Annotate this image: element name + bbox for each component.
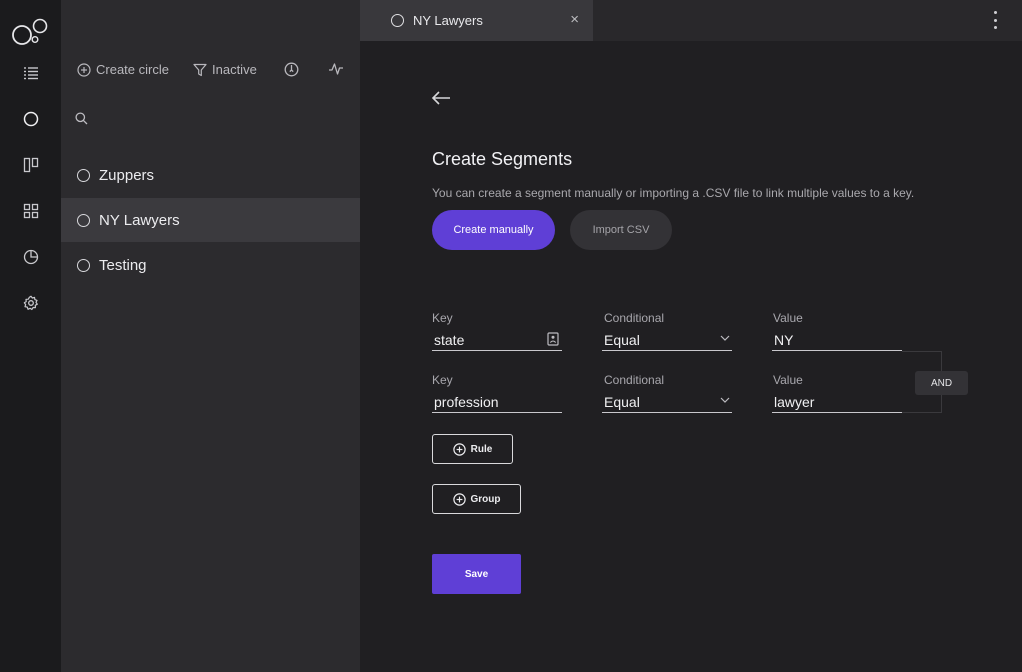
circle-search[interactable] <box>75 108 345 128</box>
circle-icon[interactable] <box>19 107 43 131</box>
list-icon[interactable] <box>19 61 43 85</box>
circle-icon <box>391 14 404 27</box>
circle-item-zuppers[interactable]: Zuppers <box>61 153 360 197</box>
plus-circle-icon <box>452 442 466 456</box>
search-input[interactable] <box>94 110 334 126</box>
timer-icon <box>284 62 299 77</box>
contact-card-icon[interactable] <box>547 332 559 346</box>
inactive-filter-button[interactable]: Inactive <box>193 62 257 77</box>
close-icon[interactable]: × <box>570 12 579 27</box>
circle-icon <box>77 258 90 272</box>
icon-rail <box>0 0 61 672</box>
add-group-button[interactable]: Group <box>432 484 521 514</box>
save-button[interactable]: Save <box>432 554 521 594</box>
add-rule-button[interactable]: Rule <box>432 434 513 464</box>
key-value: profession <box>434 393 499 410</box>
circle-icon <box>77 213 90 227</box>
conditional-label: Conditional <box>604 373 665 387</box>
create-manually-button[interactable]: Create manually <box>432 210 555 250</box>
filter-icon <box>193 63 207 76</box>
add-group-label: Group <box>470 493 501 505</box>
create-circle-label: Create circle <box>96 62 169 77</box>
import-csv-button[interactable]: Import CSV <box>570 210 672 250</box>
conditional-value: Equal <box>604 331 640 348</box>
chevron-down-icon <box>720 335 730 341</box>
inactive-label: Inactive <box>212 62 257 77</box>
and-operator-button[interactable]: AND <box>915 371 968 395</box>
grid-icon[interactable] <box>19 199 43 223</box>
panel-toolbar: Create circle Inactive <box>61 56 360 88</box>
conditional-value: Equal <box>604 393 640 410</box>
conditional-select[interactable]: Equal <box>602 329 732 351</box>
circles-panel: Create circle Inactive Zuppers NY Lawyer… <box>61 0 360 672</box>
activity-button[interactable] <box>328 62 344 76</box>
key-value: state <box>434 331 465 348</box>
columns-icon[interactable] <box>19 153 43 177</box>
plus-circle-icon <box>77 62 91 77</box>
value-field[interactable]: lawyer <box>772 391 902 413</box>
page-title: Create Segments <box>432 149 573 169</box>
tab-label: NY Lawyers <box>413 13 483 28</box>
back-arrow-icon[interactable] <box>431 90 451 106</box>
circle-item-label: Zuppers <box>99 166 155 184</box>
key-label: Key <box>432 373 453 387</box>
circle-icon <box>77 168 90 182</box>
value-label: Value <box>773 373 803 387</box>
page-subtitle: You can create a segment manually or imp… <box>432 186 915 200</box>
gear-icon[interactable] <box>19 291 43 315</box>
main-area: NY Lawyers × Create Segments You can cre… <box>360 0 1022 672</box>
timer-button[interactable] <box>284 62 299 77</box>
activity-icon <box>329 63 343 75</box>
plus-circle-icon <box>452 492 466 506</box>
logo-icon <box>12 18 48 45</box>
more-options-icon[interactable] <box>994 11 998 29</box>
circle-item-label: Testing <box>99 256 147 274</box>
value-value: NY <box>774 331 794 348</box>
tab-ny-lawyers[interactable]: NY Lawyers × <box>360 0 593 41</box>
conditional-label: Conditional <box>604 311 665 325</box>
value-field[interactable]: NY <box>772 329 902 351</box>
value-value: lawyer <box>774 393 815 410</box>
circle-item-label: NY Lawyers <box>99 211 180 229</box>
search-icon <box>75 111 88 124</box>
key-field[interactable]: profession <box>432 391 562 413</box>
app-window: Create circle Inactive Zuppers NY Lawyer… <box>0 0 1022 672</box>
create-circle-button[interactable]: Create circle <box>77 62 169 77</box>
key-field[interactable]: state <box>432 329 562 351</box>
value-label: Value <box>773 311 803 325</box>
add-rule-label: Rule <box>470 443 493 455</box>
key-label: Key <box>432 311 453 325</box>
pie-chart-icon[interactable] <box>19 245 43 269</box>
tab-bar: NY Lawyers × <box>360 0 1022 41</box>
chevron-down-icon <box>720 397 730 403</box>
conditional-select[interactable]: Equal <box>602 391 732 413</box>
circle-item-testing[interactable]: Testing <box>61 243 360 287</box>
circle-item-ny-lawyers[interactable]: NY Lawyers <box>61 198 360 242</box>
